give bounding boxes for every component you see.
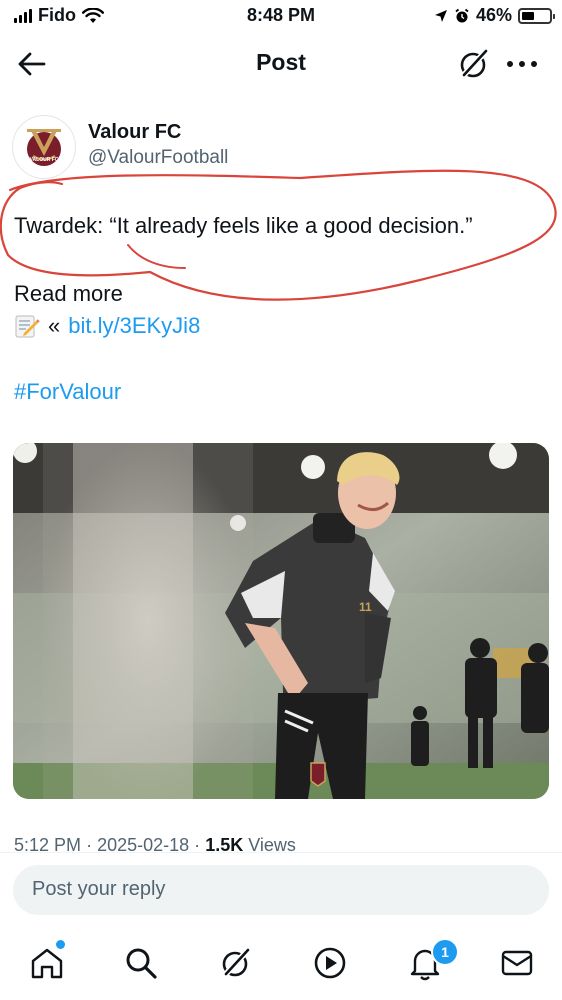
reply-placeholder: Post your reply bbox=[32, 878, 166, 900]
player-photo: 11 bbox=[13, 443, 549, 799]
home-badge-dot bbox=[54, 938, 67, 951]
video-icon[interactable] bbox=[310, 943, 350, 983]
svg-text:11: 11 bbox=[359, 600, 372, 614]
status-bar: Fido 8:48 PM 46% bbox=[0, 0, 562, 34]
grok-icon[interactable] bbox=[216, 943, 256, 983]
hashtag-link[interactable]: #ForValour bbox=[14, 379, 121, 405]
status-right: 46% bbox=[434, 5, 555, 26]
valour-fc-logo: VALOUR FC bbox=[27, 129, 61, 166]
tweet-quote: Twardek: “It already feels like a good d… bbox=[14, 213, 473, 238]
memo-emoji-icon bbox=[15, 315, 40, 338]
alarm-icon bbox=[455, 8, 469, 22]
grok-icon[interactable] bbox=[456, 46, 492, 82]
short-link[interactable]: bit.ly/3EKyJi8 bbox=[68, 313, 200, 339]
search-icon[interactable] bbox=[121, 943, 161, 983]
divider bbox=[0, 852, 562, 853]
battery-icon bbox=[518, 7, 555, 24]
notification-badge: 1 bbox=[431, 938, 459, 966]
author-handle[interactable]: @ValourFootball bbox=[88, 147, 228, 169]
link-line: « bit.ly/3EKyJi8 bbox=[14, 313, 200, 339]
battery-percent: 46% bbox=[475, 5, 512, 25]
avatar[interactable]: VALOUR FC bbox=[12, 115, 76, 179]
more-icon[interactable] bbox=[502, 46, 542, 82]
link-prefix: « bbox=[48, 313, 61, 338]
messages-icon[interactable] bbox=[497, 943, 537, 983]
tweet-photo[interactable]: 11 bbox=[13, 443, 549, 799]
location-arrow-icon bbox=[434, 9, 447, 22]
author-name[interactable]: Valour FC bbox=[88, 121, 181, 144]
logo-text: VALOUR FC bbox=[30, 157, 59, 163]
battery-fill bbox=[522, 11, 534, 20]
read-more-text: Read more bbox=[14, 281, 123, 306]
